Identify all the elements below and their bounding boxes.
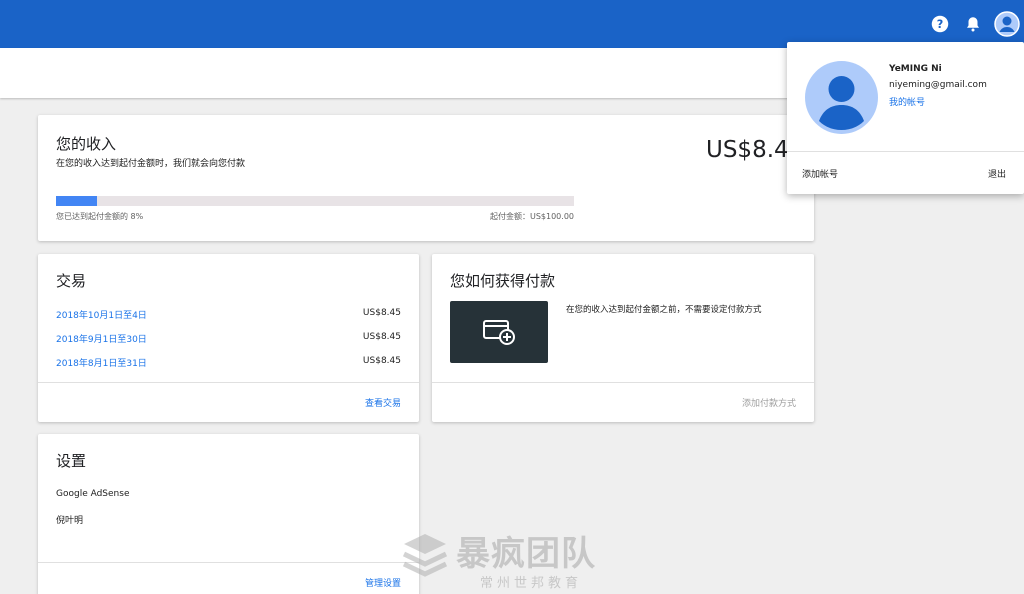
watermark-subtitle: 常州世邦教育	[480, 576, 583, 591]
transactions-card: 交易 2018年10月1日至4日 US$8.45 2018年9月1日至30日 U…	[38, 254, 419, 422]
transaction-row[interactable]: 2018年9月1日至30日 US$8.45	[56, 332, 401, 346]
view-transactions-link[interactable]: 查看交易	[365, 396, 401, 409]
svg-text:?: ?	[937, 18, 944, 31]
card-divider	[38, 562, 419, 563]
watermark-logo-icon	[400, 530, 450, 580]
settings-title: 设置	[56, 452, 87, 470]
transaction-date-link[interactable]: 2018年10月1日至4日	[56, 308, 147, 321]
account-name: YeMING Ni	[889, 64, 942, 74]
card-divider	[432, 382, 814, 383]
threshold-label: 起付金额：US$100.00	[489, 212, 574, 221]
transaction-amount: US$8.45	[362, 332, 401, 342]
threshold-progress-bar	[56, 196, 574, 206]
top-app-bar: ?	[0, 0, 1024, 48]
payment-illustration	[450, 301, 548, 363]
watermark: 暴疯团队 常州世邦教育	[400, 522, 625, 594]
popup-divider	[787, 151, 1024, 152]
settings-product: Google AdSense	[56, 489, 130, 499]
watermark-title: 暴疯团队	[456, 534, 596, 574]
settings-card: 设置 Google AdSense 倪叶明 管理设置	[38, 434, 419, 594]
add-card-icon	[482, 318, 516, 346]
transaction-row[interactable]: 2018年10月1日至4日 US$8.45	[56, 308, 401, 322]
add-account-button[interactable]: 添加帐号	[802, 167, 838, 180]
manage-settings-link[interactable]: 管理设置	[365, 576, 401, 589]
help-circle-icon[interactable]: ?	[928, 12, 952, 36]
sign-out-button[interactable]: 退出	[988, 167, 1006, 180]
account-popup: YeMING Ni niyeming@gmail.com 我的帐号 添加帐号 退…	[787, 42, 1024, 194]
progress-label: 您已达到起付金额的 8%	[56, 212, 144, 221]
my-account-link[interactable]: 我的帐号	[889, 95, 925, 108]
payment-description: 在您的收入达到起付金额之前，不需要设定付款方式	[566, 305, 762, 315]
earnings-title: 您的收入	[56, 135, 117, 153]
transaction-row[interactable]: 2018年8月1日至31日 US$8.45	[56, 356, 401, 370]
earnings-subtitle: 在您的收入达到起付金额时，我们就会向您付款	[56, 159, 246, 169]
profile-avatar-icon[interactable]	[805, 61, 878, 134]
card-divider	[38, 382, 419, 383]
payment-title: 您如何获得付款	[450, 272, 556, 290]
transactions-title: 交易	[56, 272, 87, 290]
earnings-card: 您的收入 在您的收入达到起付金额时，我们就会向您付款 US$8.45 您已达到起…	[38, 115, 814, 241]
transaction-amount: US$8.45	[362, 308, 401, 318]
settings-account-name: 倪叶明	[56, 516, 84, 526]
bell-icon[interactable]	[961, 12, 985, 36]
transaction-date-link[interactable]: 2018年9月1日至30日	[56, 332, 147, 345]
transaction-date-link[interactable]: 2018年8月1日至31日	[56, 356, 147, 369]
threshold-progress-fill	[56, 196, 98, 206]
transaction-amount: US$8.45	[362, 356, 401, 366]
add-payment-method-link[interactable]: 添加付款方式	[742, 396, 796, 409]
payment-card: 您如何获得付款 在您的收入达到起付金额之前，不需要设定付款方式 添加付款方式	[432, 254, 814, 422]
account-avatar-icon[interactable]	[994, 11, 1020, 37]
account-email: niyeming@gmail.com	[889, 80, 987, 90]
